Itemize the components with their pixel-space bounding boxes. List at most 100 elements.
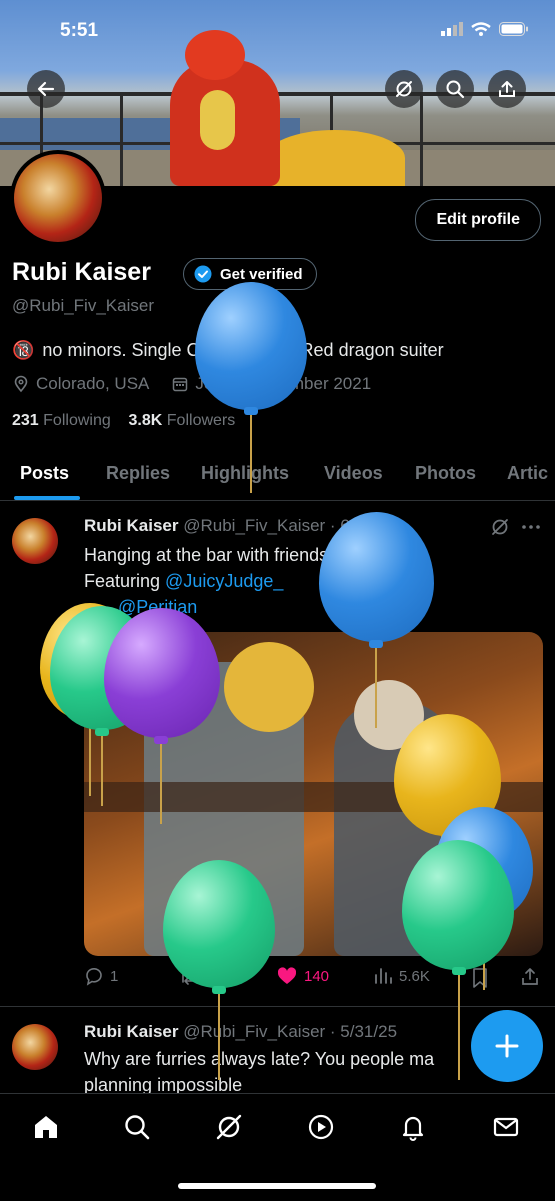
tweet-author-name[interactable]: Rubi Kaiser [84,1022,178,1041]
banner-dragon-head [185,30,245,80]
tweet-featuring: Featuring [84,571,166,591]
balloon [104,608,220,738]
reply-action[interactable]: 1 [84,966,118,986]
views-action[interactable]: 5.6K [373,966,430,986]
reply-count: 1 [110,967,119,985]
bookmark-icon[interactable] [470,967,490,989]
tweet-avatar[interactable] [12,518,58,564]
tweet-handle-date: @Rubi_Fiv_Kaiser · 5/31/25 [183,1022,398,1041]
tab-replies[interactable]: Replies [106,463,170,484]
tweet-author-name[interactable]: Rubi Kaiser [84,516,178,535]
balloon-knot [95,728,109,736]
grok-button[interactable] [385,70,423,108]
search-icon [125,1115,150,1140]
following-label: Following [43,412,111,429]
balloon-knot [452,967,466,975]
nav-home[interactable] [29,1110,63,1144]
railing-post [420,92,423,186]
followers-count: 3.8K [128,412,163,429]
calendar-icon [173,377,188,392]
nav-search[interactable] [120,1110,154,1144]
location-pin-icon [14,375,28,393]
compose-button[interactable] [471,1010,543,1082]
tweet-body: Hanging at the bar with friends ~ Featur… [84,542,344,620]
balloon-knot [244,407,258,415]
balloon-string [375,648,377,728]
tweet-divider [0,1006,555,1007]
tab-videos[interactable]: Videos [324,463,383,484]
like-count: 140 [304,967,330,985]
views-icon [375,968,392,984]
balloon-string [89,726,91,796]
like-action[interactable]: 140 [276,966,329,986]
profile-name: Rubi Kaiser [12,258,151,286]
following-count: 231 [12,412,39,429]
profile-handle: @Rubi_Fiv_Kaiser [12,296,154,315]
plus-icon [495,1034,519,1058]
back-button[interactable] [27,70,65,108]
railing-post [120,92,123,186]
tab-highlights[interactable]: Highlights [201,463,289,484]
grok-icon [216,1114,242,1140]
mail-icon [493,1117,519,1137]
balloon-string [218,994,220,1080]
share-button[interactable] [488,70,526,108]
balloon-string [101,736,103,806]
home-icon [35,1116,57,1138]
status-icons [441,22,529,36]
following-link[interactable]: 231 Following [12,412,111,429]
verified-badge-icon [194,265,212,283]
play-icon [308,1114,334,1140]
grok-icon[interactable] [490,517,510,537]
balloon [402,840,514,970]
nav-video[interactable] [304,1110,338,1144]
tweet-line: Hanging at the bar with friends ~ [84,545,344,565]
nav-notifications[interactable] [396,1110,430,1144]
home-indicator [178,1183,376,1189]
balloon-knot [212,986,226,994]
banner-dragon-belly [200,90,235,150]
balloon-knot [154,736,168,744]
signal-icon [441,22,463,36]
grok-icon [396,81,412,97]
follow-counts: 231 Following 3.8K Followers [12,412,235,430]
tweet-header: Rubi Kaiser @Rubi_Fiv_Kaiser · 5/31/25 [84,1022,397,1042]
nav-messages[interactable] [489,1110,523,1144]
get-verified-label: Get verified [220,265,303,283]
more-options-icon[interactable] [520,517,542,537]
mention-link[interactable]: @JuicyJudge_ [165,571,283,591]
tweet-avatar[interactable] [12,1024,58,1070]
heart-icon [277,967,297,984]
nav-grok[interactable] [212,1110,246,1144]
bell-icon [402,1116,424,1141]
followers-label: Followers [166,412,236,429]
edit-profile-button[interactable]: Edit profile [415,199,541,241]
balloon [163,860,275,988]
profile-avatar[interactable] [10,150,106,246]
balloon-string [250,415,252,493]
followers-link[interactable]: 3.8K Followers [129,412,236,429]
profile-tabs: Posts Replies Highlights Videos Photos A… [0,452,555,501]
tab-posts[interactable]: Posts [20,463,69,484]
back-arrow-icon [37,81,55,97]
search-icon [446,80,465,99]
status-time: 5:51 [60,20,99,41]
tab-photos[interactable]: Photos [415,463,476,484]
balloon-knot [369,640,383,648]
balloon [319,512,434,642]
active-tab-indicator [14,496,80,500]
views-count: 5.6K [399,967,430,985]
wifi-icon [471,22,491,36]
profile-meta: Colorado, USA Joined December 2021 [12,374,371,394]
tab-articles[interactable]: Artic [507,463,548,484]
share-icon[interactable] [520,967,540,987]
profile-location: Colorado, USA [36,374,150,393]
battery-icon [499,22,528,36]
banner-boat [265,130,405,186]
search-button[interactable] [436,70,474,108]
bio-emoji: 🔞 [12,340,35,360]
reply-icon [86,967,102,986]
share-icon [499,81,515,97]
balloon-string [458,975,460,1080]
balloon-string [160,744,162,824]
